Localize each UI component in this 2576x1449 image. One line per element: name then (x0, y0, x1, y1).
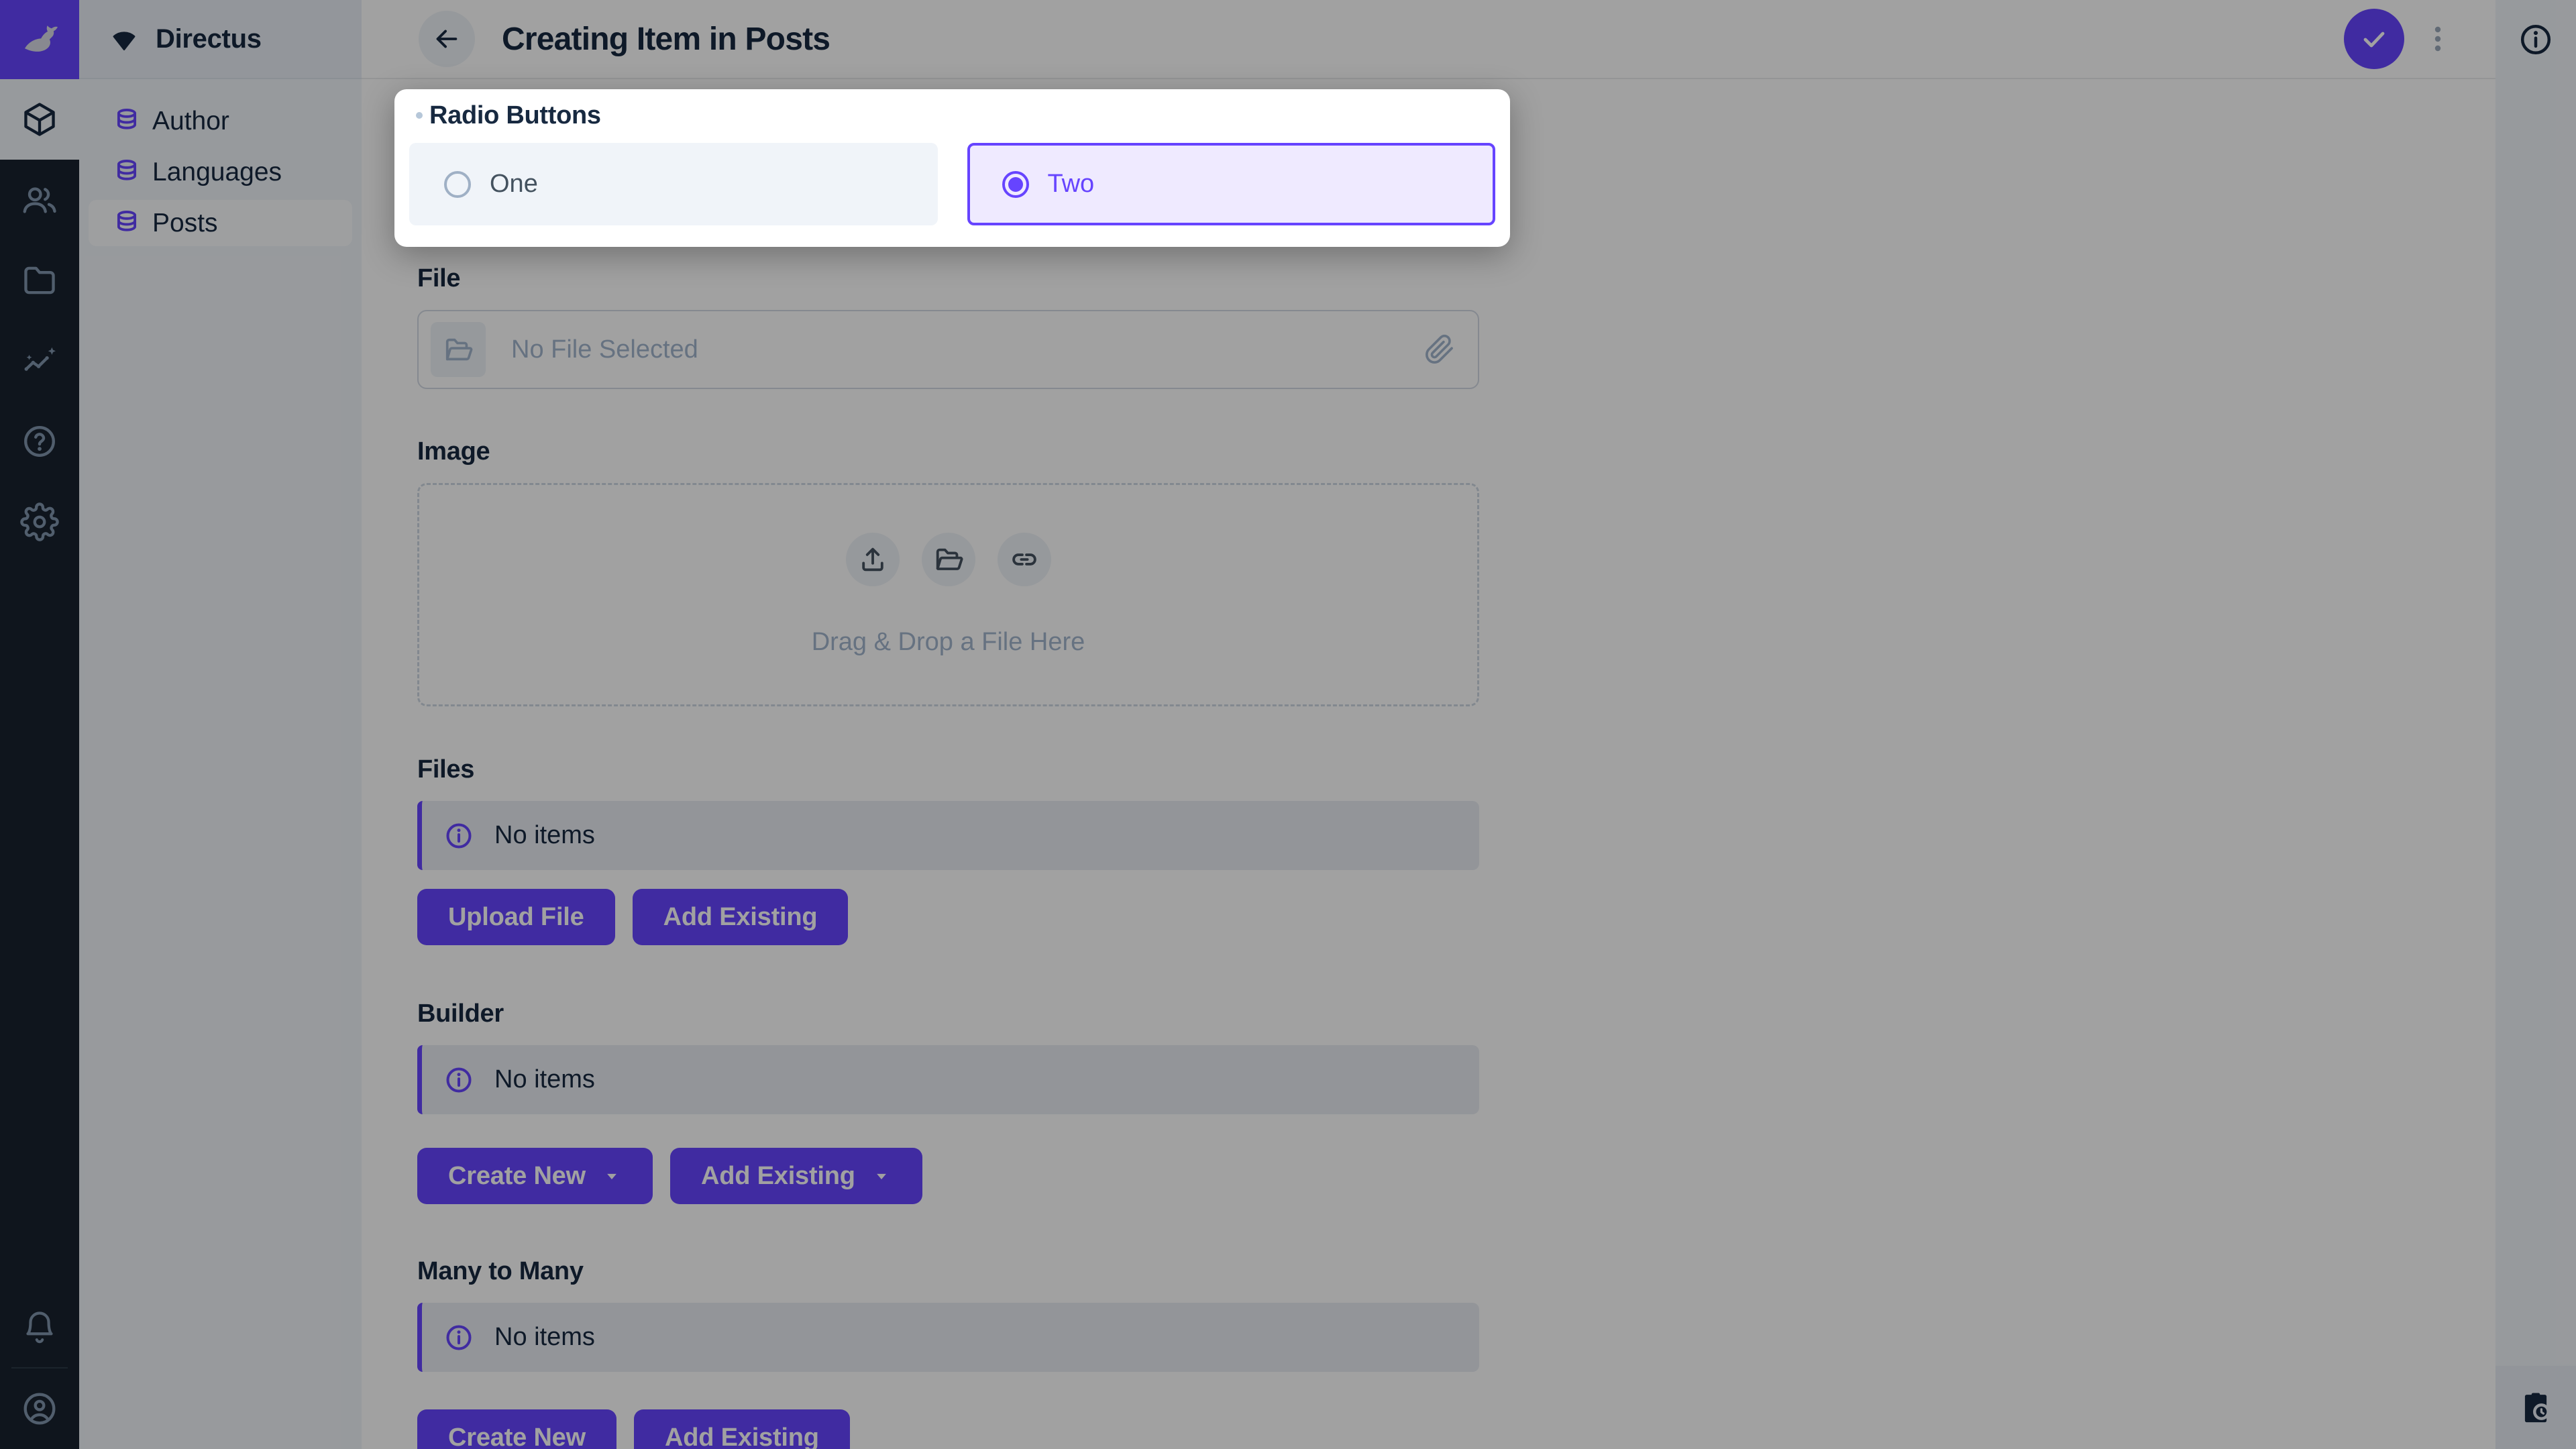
radio-checked-icon (1002, 171, 1029, 198)
radio-option-one[interactable]: One (409, 143, 938, 225)
radio-option-label: Two (1048, 170, 1095, 199)
field-label: Radio Buttons (429, 101, 601, 130)
radio-option-label: One (490, 170, 538, 199)
directus-app: Directus Author Languages (0, 0, 2576, 1449)
radio-unchecked-icon (444, 171, 471, 198)
field-label-row: Radio Buttons (416, 100, 1495, 131)
radio-buttons-field-card: Radio Buttons One Two (394, 89, 1510, 247)
edited-indicator-dot (416, 112, 423, 119)
radio-option-two[interactable]: Two (967, 143, 1496, 225)
radio-options: One Two (409, 143, 1495, 225)
